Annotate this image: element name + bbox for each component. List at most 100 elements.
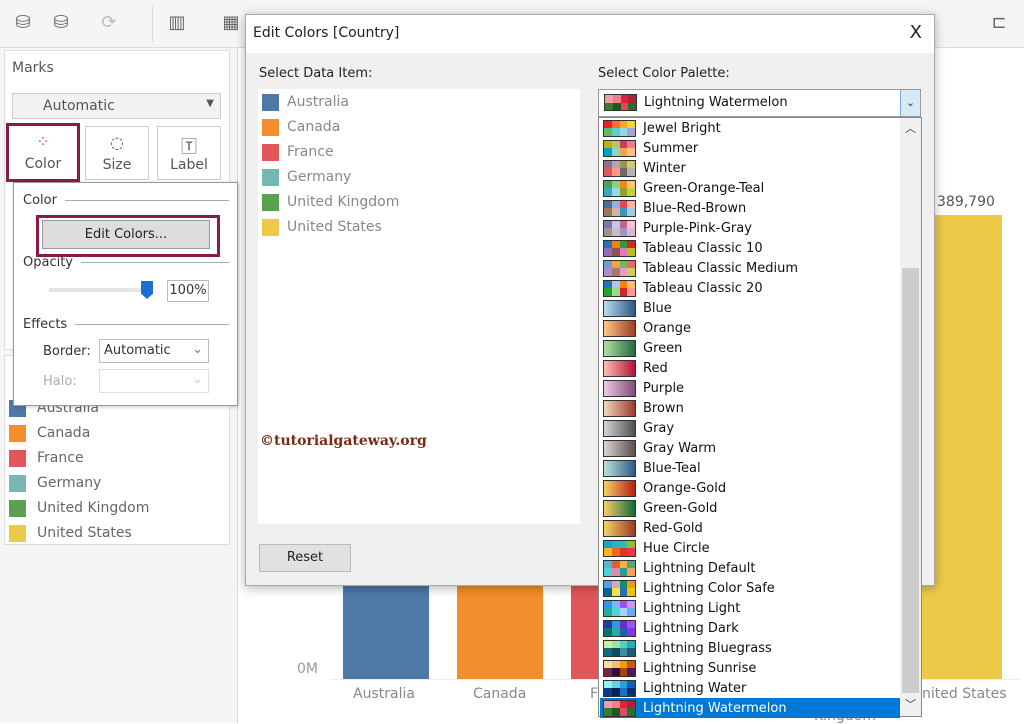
swatch-cell [604, 668, 612, 676]
palette-option[interactable]: Lightning Sunrise [600, 658, 900, 678]
palette-option[interactable]: Summer [600, 138, 900, 158]
opacity-slider[interactable] [49, 288, 149, 292]
palette-option[interactable]: Lightning Watermelon [600, 698, 900, 718]
color-palette-select[interactable]: Lightning Watermelon ⌄ [598, 89, 921, 117]
palette-option[interactable]: Tableau Classic 20 [600, 278, 900, 298]
swatch-cell [627, 660, 635, 668]
scroll-up-icon[interactable]: ︿ [905, 120, 916, 136]
opacity-section: Opacity [23, 255, 229, 270]
border-label: Border: [43, 344, 91, 359]
swatch-cell [627, 600, 635, 608]
mark-type-select[interactable]: Automatic ▼ [12, 93, 221, 119]
palette-option[interactable]: Gray Warm [600, 438, 900, 458]
legend-swatch [9, 424, 26, 442]
label-button[interactable]: 🅃 Label [157, 126, 221, 180]
watermark: ©tutorialgateway.org [260, 433, 427, 449]
data-item[interactable]: Canada [262, 117, 340, 137]
data-item[interactable]: Australia [262, 92, 349, 112]
edit-colors-button[interactable]: Edit Colors... [42, 220, 210, 249]
halo-select[interactable]: ⌄ [99, 369, 209, 393]
palette-swatch [603, 699, 636, 717]
palette-option[interactable]: Lightning Bluegrass [600, 638, 900, 658]
bar-canada[interactable] [457, 580, 543, 679]
scrollbar[interactable]: ︿ ﹀ [900, 118, 921, 716]
data-item-list[interactable]: Australia Canada France Germany United Kingd… [258, 89, 580, 524]
palette-option[interactable]: Blue-Teal [600, 458, 900, 478]
data-item[interactable]: United States [262, 217, 382, 237]
data-item[interactable]: France [262, 142, 334, 162]
swatch-cell [619, 608, 628, 616]
data-item-label: Canada [287, 119, 341, 135]
swatch-cell [619, 220, 628, 228]
palette-option[interactable]: Blue [600, 298, 900, 318]
chevron-down-icon[interactable]: ⌄ [900, 90, 920, 116]
color-button[interactable]: ⁘ Color [6, 123, 80, 182]
legend-item[interactable]: France [9, 448, 84, 468]
palette-swatch [603, 179, 636, 197]
legend-item[interactable]: Germany [9, 473, 101, 493]
palette-name: Lightning Water [643, 680, 747, 696]
palette-option[interactable]: Green [600, 338, 900, 358]
palette-option[interactable]: Hue Circle [600, 538, 900, 558]
new-worksheet-icon[interactable]: ▥ [166, 12, 188, 34]
data-item[interactable]: United Kingdom [262, 192, 399, 212]
presentation-icon[interactable]: ⊏ [988, 12, 1010, 34]
swatch-cell [611, 580, 620, 588]
close-icon[interactable]: X [910, 22, 922, 43]
opacity-slider-thumb[interactable] [141, 281, 153, 299]
swatch-cell [619, 620, 628, 628]
swatch-cell [627, 648, 635, 656]
dialog-title-bar: Edit Colors [Country] X [246, 15, 934, 53]
palette-option[interactable]: Lightning Water [600, 678, 900, 698]
palette-option[interactable]: Orange-Gold [600, 478, 900, 498]
x-label-canada: Canada [473, 686, 527, 702]
opacity-value[interactable]: 100% [167, 280, 209, 302]
swatch-cell [611, 620, 620, 628]
palette-name: Lightning Watermelon [643, 700, 787, 716]
chevron-down-icon: ▼ [206, 98, 214, 109]
palette-option[interactable]: Lightning Color Safe [600, 578, 900, 598]
palette-option[interactable]: Green-Orange-Teal [600, 178, 900, 198]
show-me-icon[interactable]: ▦ [220, 12, 242, 34]
size-button[interactable]: ◌ Size [85, 126, 149, 180]
palette-option[interactable]: Purple-Pink-Gray [600, 218, 900, 238]
palette-option[interactable]: Lightning Dark [600, 618, 900, 638]
palette-option[interactable]: Winter [600, 158, 900, 178]
palette-option[interactable]: Orange [600, 318, 900, 338]
label-label: Label [170, 157, 208, 173]
legend-item[interactable]: United Kingdom [9, 498, 149, 518]
palette-option[interactable]: Blue-Red-Brown [600, 198, 900, 218]
border-select[interactable]: Automatic ⌄ [99, 339, 209, 363]
palette-option[interactable]: Purple [600, 378, 900, 398]
swatch-cell [604, 580, 612, 588]
bar-france[interactable] [571, 580, 601, 679]
palette-option[interactable]: Gray [600, 418, 900, 438]
bar-australia[interactable] [343, 580, 429, 679]
swatch-cell [627, 228, 635, 236]
palette-option[interactable]: Red [600, 358, 900, 378]
pause-updates-icon[interactable]: ⛁ [50, 12, 72, 34]
palette-name: Red-Gold [643, 520, 703, 536]
palette-option[interactable]: Jewel Bright [600, 118, 900, 138]
palette-option[interactable]: Green-Gold [600, 498, 900, 518]
refresh-icon[interactable]: ⟳ [98, 12, 120, 34]
label-icon: 🅃 [180, 137, 197, 156]
legend-item[interactable]: United States [9, 523, 132, 543]
new-data-source-icon[interactable]: ⛁ [12, 12, 34, 34]
swatch-cell [604, 628, 612, 636]
swatch-cell [619, 588, 628, 596]
palette-option[interactable]: Tableau Classic Medium [600, 258, 900, 278]
palette-option[interactable]: Red-Gold [600, 518, 900, 538]
legend-item[interactable]: Canada [9, 423, 90, 443]
palette-option[interactable]: Tableau Classic 10 [600, 238, 900, 258]
scroll-down-icon[interactable]: ﹀ [905, 696, 916, 712]
palette-swatch [603, 319, 636, 337]
data-item[interactable]: Germany [262, 167, 351, 187]
reset-button[interactable]: Reset [259, 544, 351, 572]
scrollbar-thumb[interactable] [902, 268, 919, 693]
palette-option[interactable]: Lightning Light [600, 598, 900, 618]
palette-name: Lightning Sunrise [643, 660, 757, 676]
palette-option[interactable]: Lightning Default [600, 558, 900, 578]
palette-dropdown-list[interactable]: ︿ ﹀ Jewel Bright Summer Winter Green-Orange… [598, 117, 922, 718]
palette-option[interactable]: Brown [600, 398, 900, 418]
